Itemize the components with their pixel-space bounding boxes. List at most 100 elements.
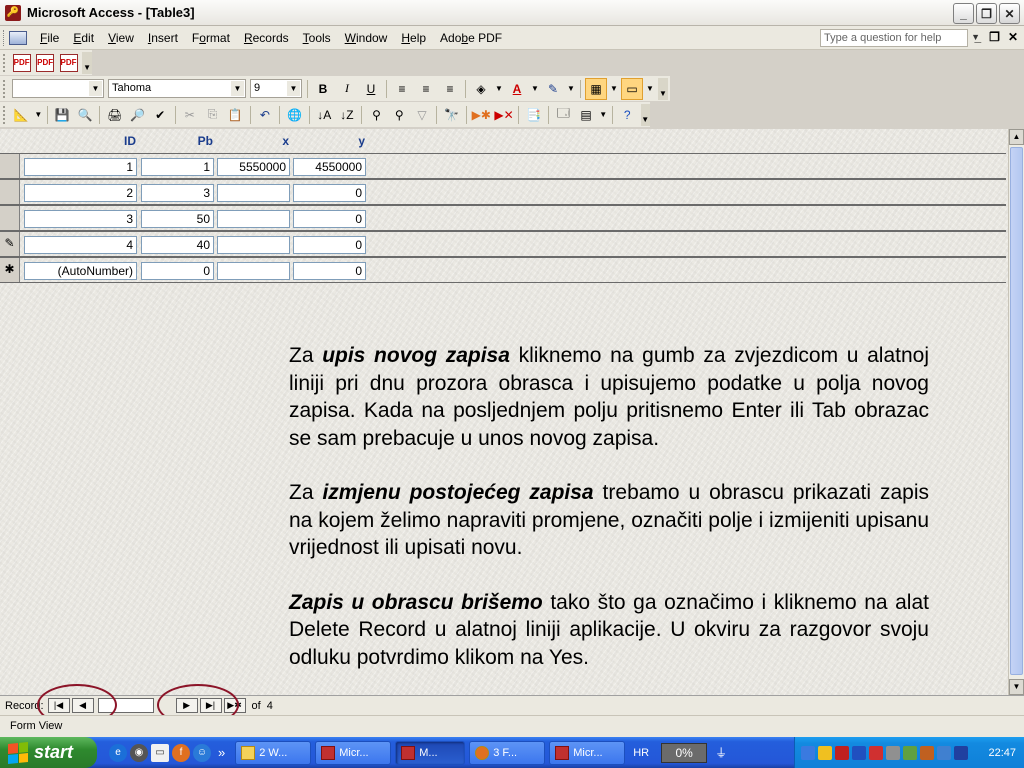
chevron-down-icon[interactable]: ▼ bbox=[645, 78, 655, 100]
cell-id[interactable]: 3 bbox=[24, 210, 137, 228]
toolbar-grip[interactable] bbox=[3, 105, 7, 124]
connection-icon[interactable] bbox=[886, 745, 900, 760]
doc-close-button[interactable]: ✕ bbox=[1008, 30, 1018, 44]
toolbar-options-icon[interactable]: ▼ bbox=[658, 77, 668, 100]
vertical-scrollbar[interactable]: ▲ ▼ bbox=[1008, 129, 1024, 695]
gridlines-icon[interactable]: ▦ bbox=[585, 77, 607, 100]
align-right-icon[interactable]: ≡ bbox=[439, 78, 461, 100]
cell-y[interactable]: 4550000 bbox=[293, 158, 366, 176]
cell-id[interactable]: 4 bbox=[24, 236, 137, 254]
menu-records[interactable]: Records bbox=[237, 28, 296, 48]
undo-icon[interactable]: ↶ bbox=[255, 104, 276, 126]
record-selector[interactable] bbox=[0, 180, 20, 204]
toolbar-grip[interactable] bbox=[3, 53, 7, 72]
cell-y[interactable]: 0 bbox=[293, 236, 366, 254]
scroll-down-icon[interactable]: ▼ bbox=[1009, 679, 1024, 695]
firefox-icon[interactable]: f bbox=[172, 743, 190, 762]
column-header-y[interactable]: y bbox=[293, 134, 365, 148]
properties-icon[interactable]: 📑 bbox=[523, 104, 544, 126]
convert-pdf-review-icon[interactable]: PDF bbox=[58, 52, 79, 74]
database-window-icon[interactable]: 🗔 bbox=[553, 104, 574, 126]
apply-filter-icon[interactable]: ▽ bbox=[412, 104, 433, 126]
help-icon[interactable]: ? bbox=[617, 104, 638, 126]
pencil-icon[interactable]: ✎ bbox=[0, 232, 20, 256]
print-icon[interactable]: 🖨 bbox=[104, 104, 125, 126]
record-selector[interactable] bbox=[0, 154, 20, 178]
taskbar-item-active[interactable]: M... bbox=[395, 740, 466, 765]
internet-explorer-icon[interactable]: e bbox=[109, 743, 127, 762]
cell-x[interactable] bbox=[217, 210, 290, 228]
cell-pb[interactable]: 3 bbox=[141, 184, 214, 202]
taskbar-item-access-1[interactable]: Micr... bbox=[315, 740, 392, 765]
copy-icon[interactable]: ⎘ bbox=[202, 104, 223, 126]
update-icon[interactable] bbox=[903, 745, 917, 760]
chevron-down-icon[interactable]: ▼ bbox=[34, 104, 43, 126]
cell-id[interactable]: 2 bbox=[24, 184, 137, 202]
taskbar-item-access-2[interactable]: Micr... bbox=[549, 740, 626, 765]
menu-view[interactable]: View bbox=[101, 28, 141, 48]
antivirus-icon[interactable] bbox=[835, 745, 849, 760]
font-color-icon[interactable]: A bbox=[506, 78, 528, 100]
help-search-input[interactable]: Type a question for help bbox=[820, 29, 968, 47]
power-plug-icon[interactable]: ⏚ bbox=[715, 744, 727, 761]
align-center-icon[interactable]: ≡ bbox=[415, 78, 437, 100]
print-preview-icon[interactable]: 🔎 bbox=[127, 104, 148, 126]
save-icon[interactable]: 💾 bbox=[52, 104, 73, 126]
datasheet-icon[interactable] bbox=[9, 30, 27, 45]
column-header-x[interactable]: x bbox=[217, 134, 289, 148]
menu-format[interactable]: Format bbox=[185, 28, 237, 48]
bold-icon[interactable]: B bbox=[312, 78, 334, 100]
special-effect-icon[interactable]: ▭ bbox=[621, 77, 643, 100]
paste-icon[interactable]: 📋 bbox=[225, 104, 246, 126]
clock[interactable]: 22:47 bbox=[988, 747, 1016, 759]
cut-icon[interactable]: ✂ bbox=[179, 104, 200, 126]
taskbar-item-firefox[interactable]: 3 F... bbox=[469, 740, 546, 765]
cell-pb[interactable]: 40 bbox=[141, 236, 214, 254]
cell-y[interactable]: 0 bbox=[293, 210, 366, 228]
alert-shield-icon[interactable] bbox=[869, 745, 883, 760]
object-combo[interactable]: ▼ bbox=[12, 79, 104, 98]
volume-icon[interactable] bbox=[937, 745, 951, 760]
menu-edit[interactable]: Edit bbox=[66, 28, 101, 48]
cell-x[interactable] bbox=[217, 262, 290, 280]
scroll-up-icon[interactable]: ▲ bbox=[1009, 129, 1024, 145]
design-view-icon[interactable]: 📐 bbox=[11, 104, 32, 126]
filter-by-form-icon[interactable]: ⚲ bbox=[389, 104, 410, 126]
sort-ascending-icon[interactable]: ↓A bbox=[314, 104, 335, 126]
font-size-combo[interactable]: 9 ▼ bbox=[250, 79, 302, 98]
cell-pb[interactable]: 50 bbox=[141, 210, 214, 228]
convert-pdf-email-icon[interactable]: PDF bbox=[34, 52, 55, 74]
column-header-id[interactable]: ID bbox=[24, 134, 136, 148]
sort-descending-icon[interactable]: ↓Z bbox=[337, 104, 358, 126]
hyperlink-icon[interactable]: 🌐 bbox=[284, 104, 305, 126]
security-shield-icon[interactable] bbox=[818, 745, 832, 760]
messenger-status-icon[interactable] bbox=[920, 745, 934, 760]
media-player-icon[interactable]: ◉ bbox=[130, 743, 148, 762]
doc-minimize-button[interactable]: _ bbox=[974, 30, 981, 44]
monitor-icon[interactable] bbox=[954, 745, 968, 760]
cell-y[interactable]: 0 bbox=[293, 184, 366, 202]
network-icon[interactable] bbox=[801, 745, 815, 760]
cell-x[interactable] bbox=[217, 184, 290, 202]
menu-adobe-pdf[interactable]: Adobe PDF bbox=[433, 28, 509, 48]
file-search-icon[interactable]: 🔍 bbox=[75, 104, 96, 126]
cell-x[interactable]: 5550000 bbox=[217, 158, 290, 176]
taskbar-item-explorer[interactable]: 2 W... bbox=[235, 740, 312, 765]
display-icon[interactable] bbox=[852, 745, 866, 760]
cell-id[interactable]: (AutoNumber) bbox=[24, 262, 137, 280]
chevron-down-icon[interactable]: ▼ bbox=[609, 78, 619, 100]
spelling-icon[interactable]: ✔ bbox=[150, 104, 171, 126]
scroll-thumb[interactable] bbox=[1010, 147, 1023, 675]
filter-by-selection-icon[interactable]: ⚲ bbox=[366, 104, 387, 126]
desktop-icon[interactable]: ▭ bbox=[151, 743, 169, 762]
delete-record-icon[interactable]: ▶✕ bbox=[494, 104, 515, 126]
access-key-icon[interactable]: 🔑 bbox=[5, 4, 21, 21]
toolbar-options-icon[interactable]: ▼ bbox=[640, 103, 650, 126]
menu-grip[interactable] bbox=[3, 29, 6, 46]
font-name-combo[interactable]: Tahoma ▼ bbox=[108, 79, 246, 98]
chevron-down-icon[interactable]: ▼ bbox=[494, 78, 504, 100]
menu-window[interactable]: Window bbox=[338, 28, 395, 48]
underline-icon[interactable]: U bbox=[360, 78, 382, 100]
record-selector[interactable] bbox=[0, 206, 20, 230]
chevron-down-icon[interactable]: ▼ bbox=[530, 78, 540, 100]
